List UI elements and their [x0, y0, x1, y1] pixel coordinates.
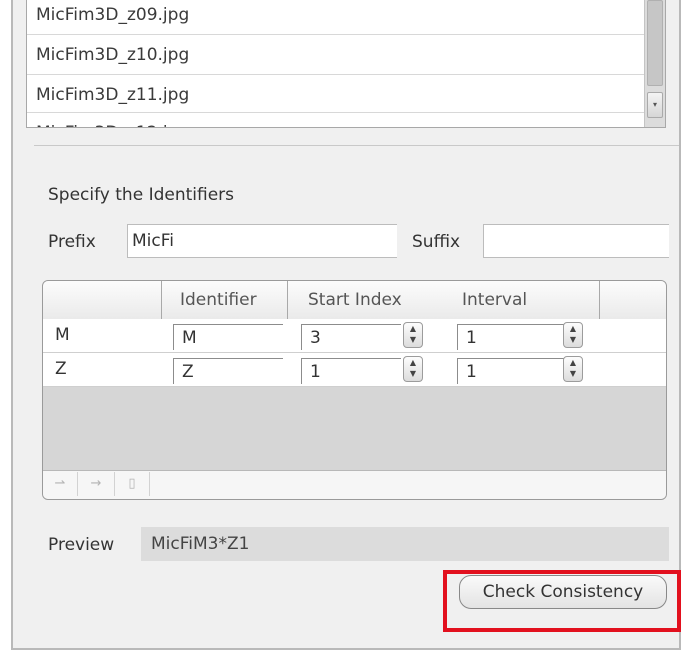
column-header-start-index[interactable]: Start Index	[308, 281, 402, 319]
interval-spinner[interactable]: ▲ ▼	[563, 356, 583, 382]
scrollbar-thumb[interactable]	[647, 0, 663, 86]
identifier-input[interactable]: M	[173, 324, 283, 350]
identifier-grid: Identifier Start Index Interval M M 3 ▲ ▼…	[42, 280, 667, 500]
list-item[interactable]: MicFim3D_z12.jpg	[36, 114, 189, 127]
list-item[interactable]: MicFim3D_z09.jpg	[36, 0, 189, 34]
start-index-input[interactable]: 1	[301, 358, 401, 384]
grid-toolbar: ⇀ → ▯	[43, 470, 666, 499]
interval-input[interactable]: 1	[457, 358, 567, 384]
list-item[interactable]: MicFim3D_z11.jpg	[36, 76, 189, 114]
move-down-icon[interactable]: →	[78, 472, 115, 496]
suffix-input[interactable]	[483, 224, 669, 258]
section-title: Specify the Identifiers	[48, 185, 235, 205]
column-header-interval[interactable]: Interval	[462, 281, 527, 319]
list-item[interactable]: MicFim3D_z10.jpg	[36, 36, 189, 74]
preview-label: Preview	[48, 535, 115, 555]
row-name: Z	[55, 359, 67, 379]
start-index-spinner[interactable]: ▲ ▼	[403, 356, 423, 382]
scroll-down-icon[interactable]: ▾	[647, 92, 663, 118]
column-header-identifier[interactable]: Identifier	[180, 281, 257, 319]
prefix-input[interactable]: MicFi	[127, 224, 397, 258]
list-scrollbar[interactable]: ▾	[644, 0, 665, 127]
start-index-spinner[interactable]: ▲ ▼	[403, 322, 423, 348]
table-row[interactable]: M M 3 ▲ ▼ 1 ▲ ▼	[43, 319, 666, 353]
row-name: M	[55, 325, 70, 345]
table-row[interactable]: Z Z 1 ▲ ▼ 1 ▲ ▼	[43, 353, 666, 387]
identifier-input[interactable]: Z	[173, 358, 283, 384]
grid-header: Identifier Start Index Interval	[43, 281, 666, 320]
section-divider	[34, 145, 679, 146]
preview-value: MicFiM3*Z1	[141, 527, 669, 561]
list-divider	[27, 112, 644, 113]
list-divider	[27, 34, 644, 35]
prefix-label: Prefix	[48, 232, 96, 252]
interval-input[interactable]: 1	[457, 324, 567, 350]
interval-spinner[interactable]: ▲ ▼	[563, 322, 583, 348]
start-index-input[interactable]: 3	[301, 324, 401, 350]
check-consistency-button[interactable]: Check Consistency	[459, 575, 667, 609]
list-divider	[27, 74, 644, 75]
file-list[interactable]: MicFim3D_z09.jpg MicFim3D_z10.jpg MicFim…	[26, 0, 666, 128]
suffix-label: Suffix	[412, 232, 461, 252]
delete-icon[interactable]: ▯	[115, 472, 150, 496]
move-up-icon[interactable]: ⇀	[43, 472, 78, 496]
